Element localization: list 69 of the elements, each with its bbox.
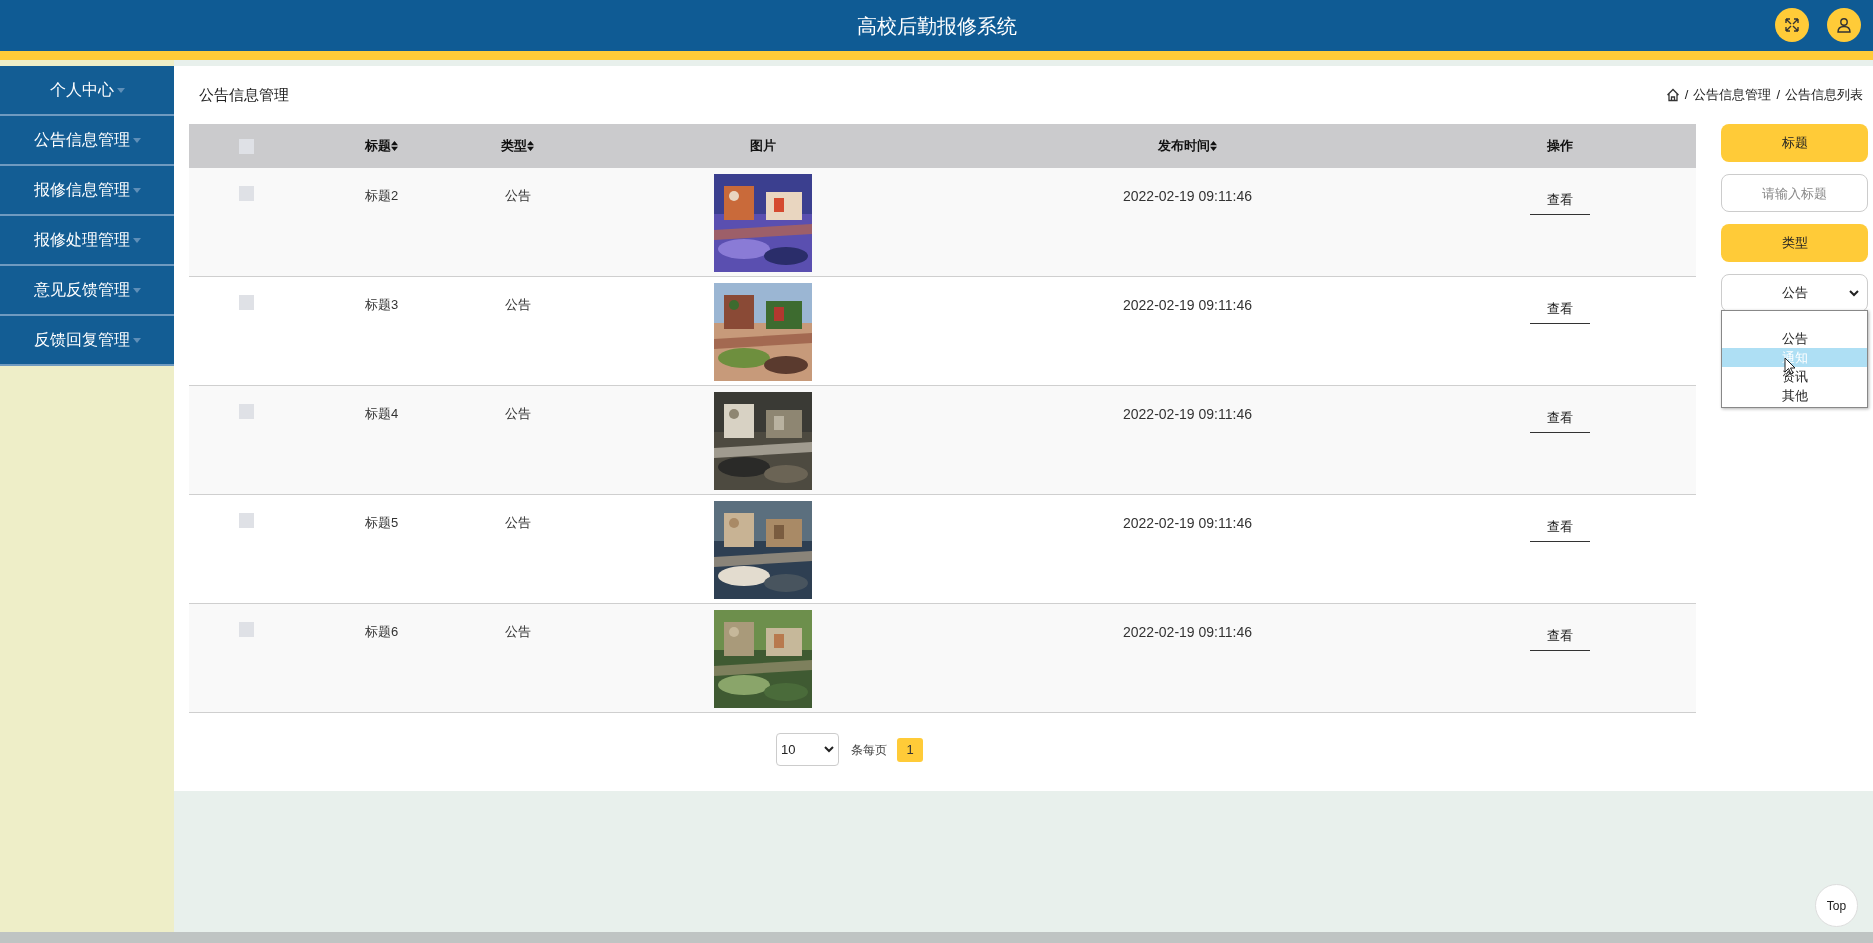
- filter-label: 类型: [1721, 224, 1868, 262]
- checkbox[interactable]: [238, 138, 254, 154]
- table-cell-text: 公告: [504, 296, 531, 314]
- sidebar-item[interactable]: 个人中心: [0, 66, 174, 116]
- view-button[interactable]: 查看: [1530, 295, 1590, 324]
- caret-icon: [132, 337, 141, 343]
- dropdown-option[interactable]: 其他: [1722, 386, 1867, 405]
- sort-icon: [1210, 141, 1217, 151]
- dropdown-option[interactable]: 公告: [1722, 329, 1867, 348]
- table-cell-text: 2022-02-19 09:11:46: [1123, 514, 1252, 533]
- sidebar-item[interactable]: 报修信息管理: [0, 166, 174, 216]
- column-header: 图片: [749, 137, 776, 156]
- checkbox[interactable]: [238, 513, 254, 528]
- table-cell-text: 公告: [504, 187, 531, 205]
- view-button[interactable]: 查看: [1530, 404, 1590, 433]
- table-cell-text: 2022-02-19 09:11:46: [1123, 405, 1252, 424]
- caret-icon: [132, 137, 141, 143]
- table-cell-text: 公告: [504, 514, 531, 532]
- column-header[interactable]: 类型: [501, 136, 527, 156]
- sort-icon: [527, 141, 534, 151]
- breadcrumb-separator: /: [1684, 86, 1689, 105]
- column-header[interactable]: 标题: [365, 136, 391, 156]
- page-size-select[interactable]: 10: [776, 733, 839, 766]
- table-cell-text: 2022-02-19 09:11:46: [1123, 623, 1252, 642]
- user-icon: [1836, 17, 1852, 33]
- checkbox[interactable]: [238, 622, 254, 637]
- page-button[interactable]: 1: [897, 737, 923, 762]
- back-to-top-button[interactable]: Top: [1815, 884, 1858, 927]
- view-button[interactable]: 查看: [1530, 513, 1590, 542]
- sidebar-item[interactable]: 意见反馈管理: [0, 266, 174, 316]
- sidebar-item[interactable]: 报修处理管理: [0, 216, 174, 266]
- caret-icon: [116, 87, 125, 93]
- breadcrumb-link[interactable]: 公告信息管理: [1693, 85, 1772, 105]
- expand-icon: [1784, 17, 1800, 33]
- sort-icon: [391, 141, 398, 151]
- dropdown-option[interactable]: 资讯: [1722, 367, 1867, 386]
- breadcrumb-link[interactable]: 公告信息列表: [1785, 85, 1863, 105]
- home-icon: [1665, 88, 1680, 102]
- caret-icon: [132, 287, 141, 293]
- table-cell-text: 标题2: [364, 187, 399, 205]
- title-input[interactable]: 请输入标题: [1721, 174, 1868, 212]
- table-cell-text: 2022-02-19 09:11:46: [1123, 296, 1252, 315]
- page-title: 公告信息管理: [199, 84, 289, 105]
- table-cell-text: 标题4: [364, 405, 399, 423]
- table-cell-text: 标题3: [364, 296, 399, 314]
- table-cell-text: 标题5: [364, 514, 399, 532]
- checkbox[interactable]: [238, 295, 254, 310]
- column-header[interactable]: 发布时间: [1158, 136, 1210, 156]
- fullscreen-button[interactable]: [1775, 8, 1809, 42]
- table-cell-text: 公告: [504, 405, 531, 423]
- view-button[interactable]: 查看: [1530, 186, 1590, 215]
- filter-label: 标题: [1721, 124, 1868, 162]
- breadcrumb-separator: /: [1776, 86, 1780, 105]
- sidebar-item[interactable]: 公告信息管理: [0, 116, 174, 166]
- caret-icon: [132, 187, 141, 193]
- table-cell-text: 2022-02-19 09:11:46: [1123, 187, 1252, 206]
- checkbox[interactable]: [238, 404, 254, 419]
- caret-icon: [132, 237, 141, 243]
- checkbox[interactable]: [238, 186, 254, 201]
- table-cell-text: 标题6: [364, 623, 399, 641]
- app-title: 高校后勤报修系统: [856, 13, 1017, 39]
- sidebar-item[interactable]: 反馈回复管理: [0, 316, 174, 366]
- per-page-label: 条每页: [851, 741, 887, 759]
- view-button[interactable]: 查看: [1530, 622, 1590, 651]
- column-header: 操作: [1547, 137, 1573, 156]
- table-cell-text: 公告: [504, 623, 531, 641]
- user-button[interactable]: [1827, 8, 1861, 42]
- chevron-down-icon: [824, 746, 834, 753]
- chevron-down-icon: [1849, 290, 1859, 297]
